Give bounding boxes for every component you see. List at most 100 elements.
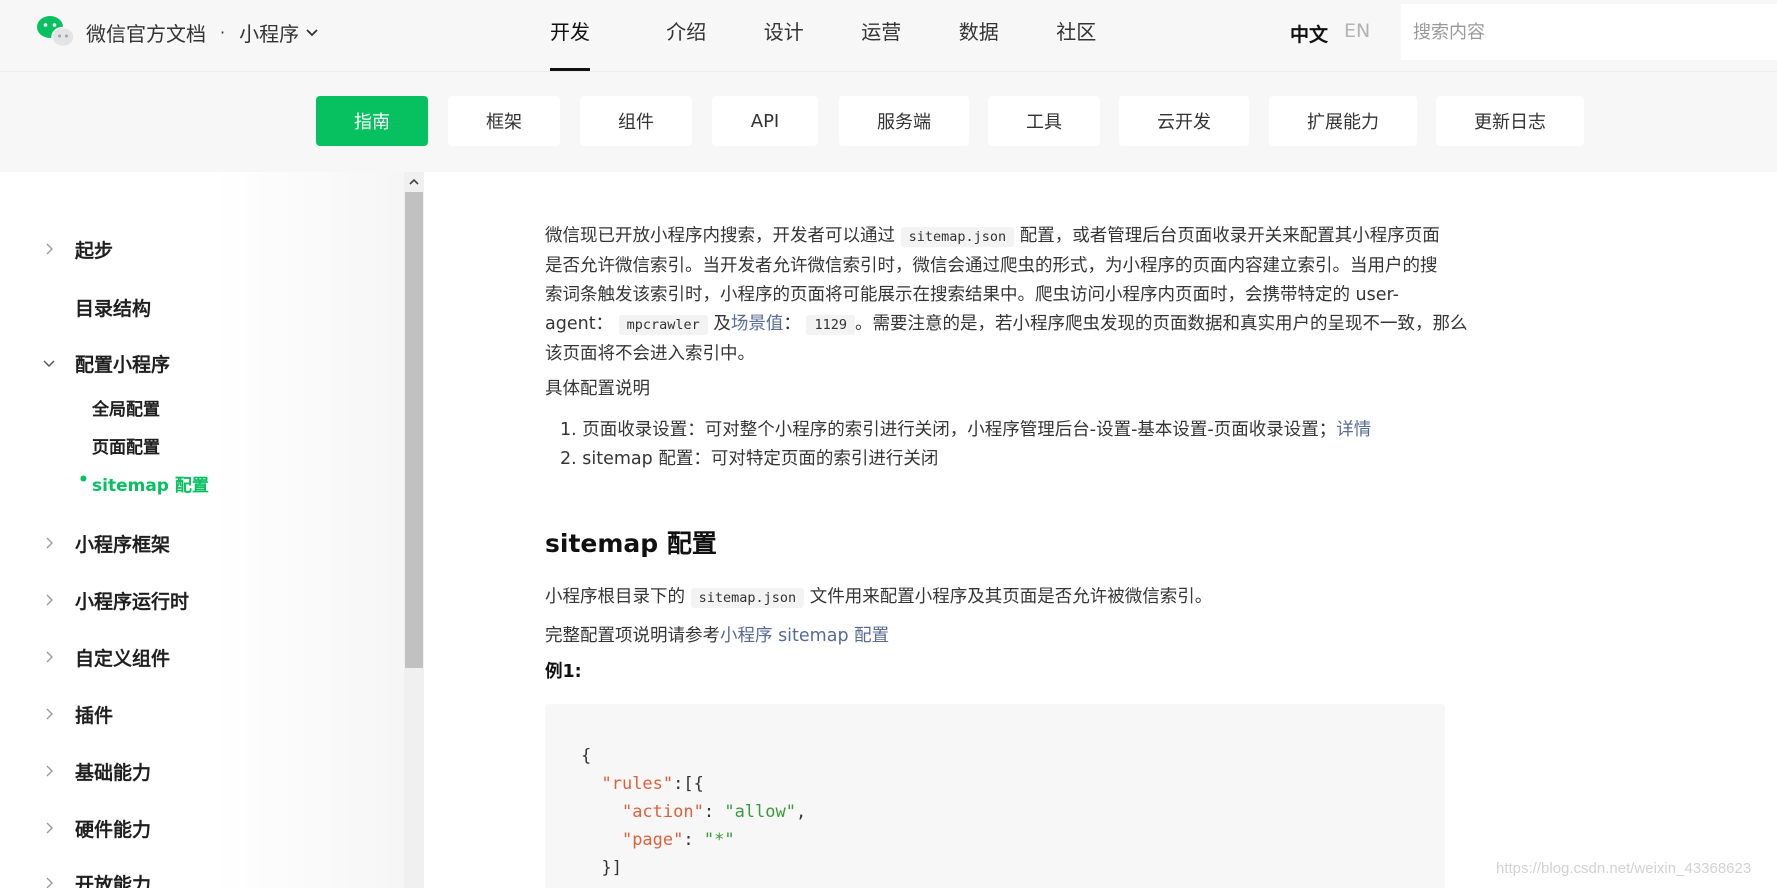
sidebar-item-label: 目录结构	[75, 297, 152, 320]
paragraph-text: 完整配置项说明请参考	[545, 626, 720, 646]
sidebar-item-label: 自定义组件	[75, 647, 171, 670]
language-switch: 中文 EN	[1290, 20, 1370, 47]
sidebar-item-basic-abilities[interactable]: 基础能力	[0, 754, 400, 788]
sidebar-item-label: 小程序运行时	[75, 590, 190, 613]
list-text: sitemap 配置：可对特定页面的索引进行关闭	[582, 449, 939, 469]
brand-separator: ·	[220, 23, 226, 42]
subnav-framework[interactable]: 框架	[448, 96, 560, 146]
code-key: "page"	[621, 830, 684, 850]
example-label: 例1:	[545, 662, 582, 682]
list-text: 页面收录设置：可对整个小程序的索引进行关闭，小程序管理后台-设置-基本设置-页面…	[582, 420, 1337, 440]
lang-zh[interactable]: 中文	[1290, 20, 1328, 47]
sub-nav: 指南 框架 组件 API 服务端 工具 云开发 扩展能力 更新日志	[0, 72, 1777, 172]
sitemap-paragraph: 小程序根目录下的 sitemap.json 文件用来配置小程序及其页面是否允许被…	[545, 583, 1212, 613]
product-selector[interactable]: 小程序	[239, 18, 299, 47]
sidebar-sub-page-config[interactable]: 页面配置	[92, 433, 160, 458]
subnav-changelog[interactable]: 更新日志	[1436, 96, 1584, 146]
sidebar-item-open-abilities[interactable]: 开放能力	[0, 866, 400, 888]
subnav-server[interactable]: 服务端	[839, 96, 969, 146]
sidebar-item-label: 配置小程序	[75, 353, 171, 376]
sidebar-item-config[interactable]: 配置小程序	[0, 346, 400, 380]
code-block: { "rules":[{ "action": "allow", "page": …	[545, 704, 1445, 888]
sidebar-item-label: 硬件能力	[75, 818, 152, 841]
sitemap-config-link[interactable]: 小程序 sitemap 配置	[720, 626, 889, 646]
inline-code: 1129	[806, 315, 855, 335]
code-key: "action"	[621, 802, 704, 822]
intro-text: agent：	[545, 314, 614, 334]
list-item: 2. sitemap 配置：可对特定页面的索引进行关闭	[560, 445, 938, 474]
intro-text: 是否允许微信索引。当开发者允许微信索引时，微信会通过爬虫的形式，为小程序的页面内…	[545, 256, 1438, 276]
intro-text: ：	[783, 314, 801, 334]
tab-operation[interactable]: 运营	[833, 0, 931, 72]
top-nav: 开发 介绍 设计 运营 数据 社区	[540, 0, 1125, 72]
chevron-down-icon[interactable]	[305, 26, 319, 40]
sidebar-scrollbar[interactable]	[404, 172, 424, 888]
code-punct: :	[683, 830, 704, 850]
sidebar-item-label: 开放能力	[75, 873, 152, 888]
code-punct: :[{	[673, 774, 704, 794]
inline-code: sitemap.json	[690, 588, 805, 608]
sidebar-item-getting-started[interactable]: 起步	[0, 232, 400, 266]
sidebar-item-framework[interactable]: 小程序框架	[0, 526, 400, 560]
sidebar-item-label: 基础能力	[75, 761, 152, 784]
list-item: 1. 页面收录设置：可对整个小程序的索引进行关闭，小程序管理后台-设置-基本设置…	[560, 416, 1371, 445]
sidebar-item-runtime[interactable]: 小程序运行时	[0, 583, 400, 617]
search-input[interactable]	[1401, 4, 1777, 60]
subnav-api[interactable]: API	[712, 96, 818, 146]
paragraph-text: 小程序根目录下的	[545, 587, 685, 607]
subnav-components[interactable]: 组件	[580, 96, 692, 146]
sidebar-sub-global-config[interactable]: 全局配置	[92, 395, 160, 420]
sidebar-item-directory[interactable]: 目录结构	[0, 290, 400, 324]
sidebar-item-custom-components[interactable]: 自定义组件	[0, 640, 400, 674]
code-string: "*"	[703, 830, 735, 850]
chevron-right-icon	[46, 594, 53, 606]
code-string: "allow"	[724, 802, 796, 822]
config-title: 具体配置说明	[545, 379, 650, 399]
lang-en[interactable]: EN	[1344, 20, 1370, 47]
list-number: 1.	[560, 420, 577, 440]
tab-intro[interactable]: 介绍	[638, 0, 736, 72]
chevron-right-icon	[46, 877, 53, 888]
subnav-cloud[interactable]: 云开发	[1119, 96, 1249, 146]
subnav-extensions[interactable]: 扩展能力	[1269, 96, 1417, 146]
brand-title[interactable]: 微信官方文档	[86, 18, 206, 47]
details-link[interactable]: 详情	[1336, 420, 1371, 440]
sidebar-sub-sitemap-config[interactable]: sitemap 配置	[92, 471, 209, 496]
sidebar-item-hardware[interactable]: 硬件能力	[0, 811, 400, 845]
active-bullet: •	[78, 470, 89, 490]
chevron-right-icon	[46, 537, 53, 549]
tab-community[interactable]: 社区	[1028, 0, 1126, 72]
scrollbar-thumb[interactable]	[405, 192, 423, 668]
intro-text: 及	[713, 314, 731, 334]
tab-design[interactable]: 设计	[735, 0, 833, 72]
chevron-right-icon	[46, 651, 53, 663]
tab-develop[interactable]: 开发	[540, 0, 600, 72]
sidebar-item-plugins[interactable]: 插件	[0, 697, 400, 731]
chevron-right-icon	[46, 243, 53, 255]
paragraph-text: 文件用来配置小程序及其页面是否允许被微信索引。	[809, 587, 1213, 607]
list-number: 2.	[560, 449, 577, 469]
chevron-right-icon	[46, 765, 53, 777]
code-line: {	[581, 746, 592, 766]
scene-value-link[interactable]: 场景值	[731, 314, 784, 334]
code-line: }]	[601, 858, 622, 878]
intro-text: 该页面将不会进入索引中。	[545, 344, 755, 364]
wechat-logo-icon[interactable]	[36, 14, 76, 48]
subnav-guide[interactable]: 指南	[316, 96, 428, 146]
intro-text: 配置，或者管理后台页面收录开关来配置其小程序页面	[1019, 226, 1440, 246]
subnav-tools[interactable]: 工具	[988, 96, 1100, 146]
code-key: "rules"	[601, 774, 674, 794]
code-punct: ,	[795, 802, 807, 822]
sidebar-item-label: 小程序框架	[75, 533, 171, 556]
intro-text: 索词条触发该索引时，小程序的页面将可能展示在搜索结果中。爬虫访问小程序内页面时，…	[545, 285, 1399, 305]
code-punct: :	[703, 802, 725, 822]
chevron-down-icon	[43, 360, 55, 367]
intro-paragraph: 微信现已开放小程序内搜索，开发者可以通过 sitemap.json 配置，或者管…	[545, 222, 1467, 369]
chevron-right-icon	[46, 822, 53, 834]
scroll-up-icon[interactable]	[407, 175, 421, 189]
intro-text: 。需要注意的是，若小程序爬虫发现的页面数据和真实用户的呈现不一致，那么	[854, 314, 1468, 334]
section-heading: sitemap 配置	[545, 529, 717, 558]
reference-paragraph: 完整配置项说明请参考小程序 sitemap 配置	[545, 622, 889, 651]
brand: 微信官方文档 · 小程序	[86, 18, 319, 47]
tab-data[interactable]: 数据	[930, 0, 1028, 72]
